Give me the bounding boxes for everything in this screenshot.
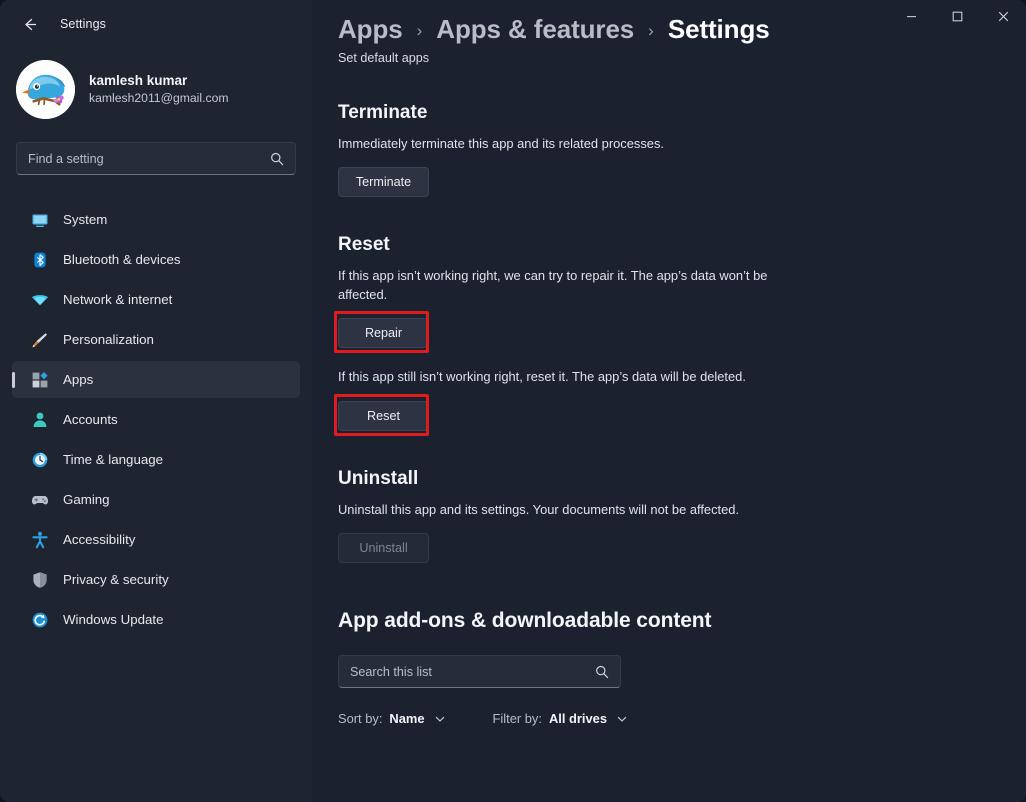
- paintbrush-icon: [30, 330, 49, 349]
- bluetooth-icon: [30, 250, 49, 269]
- chevron-down-icon: [616, 713, 628, 725]
- sidebar-item-label: Network & internet: [63, 292, 173, 307]
- sidebar-item-label: Accounts: [63, 412, 118, 427]
- account-name: kamlesh kumar: [89, 73, 188, 88]
- sidebar-item-windows-update[interactable]: Windows Update: [12, 601, 300, 638]
- breadcrumb-item-settings: Settings: [667, 14, 770, 44]
- person-icon: [30, 410, 49, 429]
- breadcrumb-separator: ›: [648, 21, 654, 40]
- chevron-down-icon: [434, 713, 446, 725]
- sidebar: Settings kamlesh kumar kamlesh2011@gmail…: [0, 0, 312, 802]
- account-email: kamlesh2011@gmail.com: [89, 91, 229, 105]
- update-refresh-icon: [30, 610, 49, 629]
- sidebar-item-label: Privacy & security: [63, 572, 169, 587]
- sidebar-item-gaming[interactable]: Gaming: [12, 481, 300, 518]
- uninstall-button: Uninstall: [338, 533, 429, 564]
- avatar: [16, 59, 75, 119]
- minimize-icon[interactable]: [888, 0, 934, 33]
- account-card[interactable]: kamlesh kumar kamlesh2011@gmail.com: [0, 48, 312, 120]
- settings-sections: Terminate Immediately terminate this app…: [324, 102, 1026, 726]
- breadcrumb-separator: ›: [416, 21, 423, 40]
- uninstall-description: Uninstall this app and its settings. You…: [338, 501, 740, 517]
- sidebar-item-label: Apps: [63, 372, 94, 387]
- repair-button[interactable]: Repair: [338, 318, 429, 349]
- breadcrumb-item-apps-features[interactable]: Apps & features: [436, 14, 634, 45]
- sidebar-item-personalization[interactable]: Personalization: [12, 321, 300, 358]
- sidebar-item-network-internet[interactable]: Network & internet: [12, 281, 300, 318]
- search-icon: [595, 665, 609, 679]
- gamepad-icon: [30, 490, 49, 509]
- terminate-button[interactable]: Terminate: [338, 167, 429, 198]
- sidebar-titlebar: Settings: [0, 0, 312, 48]
- sidebar-item-label: Personalization: [63, 332, 154, 347]
- sidebar-item-label: Bluetooth & devices: [63, 252, 181, 267]
- accessibility-icon: [30, 530, 49, 549]
- addons-filters: Sort by: Name Filter by: All drives: [338, 711, 1006, 726]
- main-content: Apps › Apps & features › Settings Set de…: [312, 0, 1026, 802]
- sort-by-label: Sort by:: [338, 711, 383, 727]
- sidebar-item-label: System: [63, 212, 108, 227]
- sidebar-nav: System Bluetooth & devices Network & int…: [0, 201, 312, 638]
- breadcrumb-item-apps[interactable]: Apps: [338, 14, 403, 45]
- repair-button-highlight: Repair: [334, 311, 429, 354]
- filter-by-value: All drives: [548, 711, 608, 727]
- sidebar-item-time-language[interactable]: Time & language: [12, 441, 300, 478]
- sidebar-item-label: Windows Update: [63, 612, 164, 627]
- window-controls: [888, 0, 1026, 33]
- apps-grid-icon: [30, 370, 49, 389]
- sidebar-item-accounts[interactable]: Accounts: [12, 401, 300, 438]
- find-a-setting-search[interactable]: [16, 142, 296, 175]
- sidebar-item-accessibility[interactable]: Accessibility: [12, 521, 300, 558]
- sidebar-item-privacy-security[interactable]: Privacy & security: [12, 561, 300, 598]
- terminate-section-title: Terminate: [338, 102, 428, 123]
- repair-description: If this app isn’t working right, we can …: [338, 268, 768, 302]
- shield-icon: [30, 570, 49, 589]
- back-arrow-icon[interactable]: [14, 9, 44, 39]
- filter-by-dropdown[interactable]: Filter by: All drives: [493, 711, 628, 726]
- sidebar-item-label: Accessibility: [63, 532, 136, 547]
- sidebar-item-apps[interactable]: Apps: [12, 361, 300, 398]
- reset-button-highlight: Reset: [334, 393, 429, 436]
- page-subtitle: Set default apps: [338, 51, 430, 65]
- sidebar-item-label: Time & language: [63, 452, 164, 467]
- addons-search-input[interactable]: [350, 664, 595, 679]
- app-title: Settings: [60, 17, 106, 31]
- settings-window: Settings kamlesh kumar kamlesh2011@gmail…: [0, 0, 1026, 802]
- terminate-description: Immediately terminate this app and its r…: [338, 136, 665, 151]
- sidebar-item-bluetooth-devices[interactable]: Bluetooth & devices: [12, 241, 300, 278]
- sidebar-item-system[interactable]: System: [12, 201, 300, 238]
- clock-icon: [30, 450, 49, 469]
- reset-section-title: Reset: [338, 234, 390, 256]
- sort-by-value: Name: [389, 711, 425, 727]
- addons-section-title: App add-ons & downloadable content: [338, 609, 712, 633]
- reset-description: If this app still isn’t working right, r…: [338, 369, 746, 385]
- monitor-icon: [30, 210, 49, 229]
- wifi-icon: [30, 290, 49, 309]
- close-icon[interactable]: [980, 0, 1026, 33]
- addons-search[interactable]: [338, 655, 621, 689]
- sidebar-item-label: Gaming: [63, 492, 110, 507]
- reset-button[interactable]: Reset: [338, 400, 429, 431]
- search-icon: [270, 152, 284, 166]
- filter-by-label: Filter by:: [492, 711, 542, 727]
- search-input[interactable]: [28, 151, 270, 166]
- uninstall-section-title: Uninstall: [338, 467, 419, 489]
- maximize-icon[interactable]: [934, 0, 980, 33]
- sort-by-dropdown[interactable]: Sort by: Name: [338, 711, 446, 726]
